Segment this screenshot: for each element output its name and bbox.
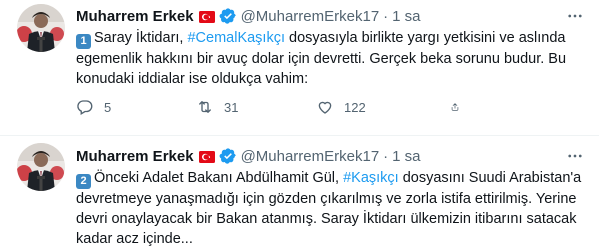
share-icon bbox=[451, 103, 459, 111]
retweet-button[interactable]: 31 bbox=[196, 98, 296, 116]
flag-turkey-icon bbox=[198, 10, 215, 23]
tweet-time[interactable]: 1 sa bbox=[392, 8, 420, 25]
separator-dot: · bbox=[383, 7, 389, 25]
author-handle[interactable]: @MuharremErkek17 bbox=[241, 148, 380, 165]
more-icon[interactable] bbox=[565, 6, 585, 26]
author-name[interactable]: Muharrem Erkek bbox=[76, 148, 194, 165]
reply-button[interactable]: 5 bbox=[76, 98, 176, 116]
avatar[interactable] bbox=[17, 4, 65, 52]
separator-dot: · bbox=[383, 147, 389, 165]
tweet[interactable]: Muharrem Erkek @MuharremErkek17 · 1 sa bbox=[0, 0, 599, 136]
more-icon[interactable] bbox=[565, 146, 585, 166]
tweet-text-part: Önceki Adalet Bakanı Abdülhamit Gül, bbox=[94, 170, 344, 186]
tweet-text: 1 Saray İktidarı, #CemalKaşıkçı dosyasıyl… bbox=[76, 28, 585, 89]
verified-badge-icon bbox=[219, 7, 237, 25]
tweet-header: Muharrem Erkek @MuharremErkek17 · 1 sa bbox=[76, 146, 559, 166]
tweet-actions: 5 31 122 bbox=[76, 97, 576, 117]
retweet-count: 31 bbox=[224, 99, 239, 115]
verified-badge-icon bbox=[219, 147, 237, 165]
avatar[interactable] bbox=[17, 143, 65, 191]
keycap-number-badge: 2 bbox=[76, 174, 91, 189]
keycap-number-badge: 1 bbox=[76, 34, 91, 49]
like-count: 122 bbox=[344, 99, 366, 115]
tweet-text-part: Saray İktidarı, bbox=[94, 30, 188, 46]
flag-turkey-icon bbox=[198, 150, 215, 163]
author-name[interactable]: Muharrem Erkek bbox=[76, 8, 194, 25]
reply-count: 5 bbox=[104, 99, 112, 115]
like-button[interactable]: 122 bbox=[316, 98, 416, 116]
tweet-header: Muharrem Erkek @MuharremErkek17 · 1 sa bbox=[76, 6, 559, 26]
share-button[interactable] bbox=[450, 98, 470, 116]
reply-icon bbox=[77, 100, 93, 115]
like-icon bbox=[318, 101, 332, 114]
tweet-text: 2 Önceki Adalet Bakanı Abdülhamit Gül, #K… bbox=[76, 168, 585, 247]
author-handle[interactable]: @MuharremErkek17 bbox=[241, 8, 380, 25]
tweet-time[interactable]: 1 sa bbox=[392, 148, 420, 165]
hashtag-link[interactable]: #Kaşıkçı bbox=[343, 170, 399, 186]
hashtag-link[interactable]: #CemalKaşıkçı bbox=[187, 30, 285, 46]
retweet-icon bbox=[199, 101, 211, 113]
tweet[interactable]: Muharrem Erkek @MuharremErkek17 · 1 sa bbox=[0, 136, 599, 247]
